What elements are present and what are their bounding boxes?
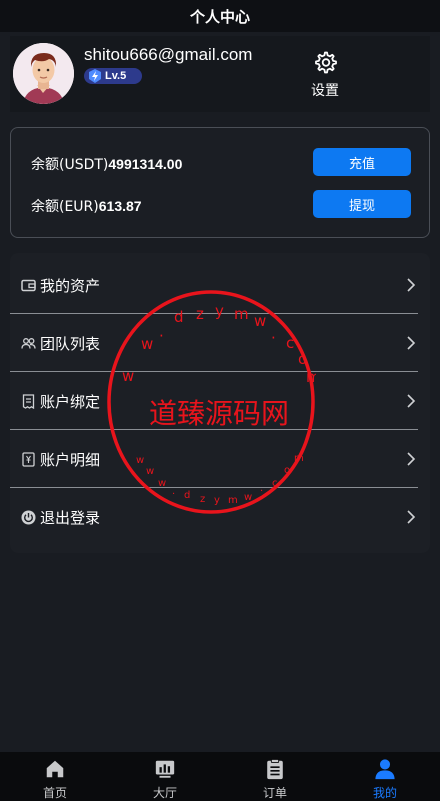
chevron-right-icon [407,394,416,408]
tab-label: 订单 [262,786,287,800]
svg-text:c: c [272,478,278,489]
gear-icon [315,51,337,74]
svg-text:m: m [234,305,249,323]
chevron-right-icon [407,452,416,466]
level-text: Lv.5 [105,70,127,82]
settings-button[interactable]: 设置 [306,50,344,100]
withdraw-button[interactable]: 提现 [313,190,411,218]
tab-hall[interactable]: 大厅 [110,752,220,801]
eur-balance: 余额(EUR)613.87 [31,196,142,216]
svg-text:·: · [271,329,276,347]
watermark-stamp: 道臻源码网 w w · d z y m w · c o m w w w · d … [107,290,316,514]
svg-text:w: w [122,367,134,385]
eur-value: 613.87 [98,198,142,214]
menu-item-label: 我的资产 [40,276,101,295]
svg-text:c: c [286,334,294,352]
bolt-icon [89,69,101,83]
svg-text:z: z [196,305,204,323]
wallet-icon [21,279,36,291]
svg-text:w: w [146,466,154,477]
usdt-value: 4991314.00 [108,156,183,172]
svg-text:z: z [200,494,205,505]
watermark-text: 道臻源码网 [149,397,289,430]
tab-home[interactable]: 首页 [0,752,110,801]
chevron-right-icon [407,336,416,350]
person-icon [375,759,395,780]
tab-orders[interactable]: 订单 [220,752,330,801]
usdt-balance: 余额(USDT)4991314.00 [31,154,182,174]
svg-text:w: w [158,478,166,489]
deposit-button[interactable]: 充值 [313,148,411,176]
menu-item-label: 团队列表 [40,334,101,353]
power-icon [21,510,36,524]
svg-text:m: m [294,453,304,464]
svg-text:m: m [306,368,316,386]
tab-label: 首页 [42,786,67,800]
svg-text:w: w [141,335,153,353]
tab-mine[interactable]: 我的 [330,752,440,801]
svg-text:w: w [136,455,144,466]
chevron-right-icon [407,510,416,524]
svg-text:d: d [184,490,190,501]
svg-text:w: w [254,312,266,330]
hall-icon [155,760,175,778]
receipt-icon [22,393,35,409]
svg-text:y: y [215,302,224,320]
settings-label: 设置 [311,83,339,99]
ledger-icon [22,451,35,467]
bottom-tab-bar: 首页 大厅 订单 我的 [0,752,440,801]
level-badge: Lv.5 [84,68,142,84]
menu-item-label: 账户绑定 [40,392,101,411]
top-bar: 个人中心 [0,0,440,32]
svg-text:·: · [172,489,175,500]
menu-item-label: 退出登录 [40,508,101,527]
svg-text:w: w [244,492,252,503]
page-title: 个人中心 [189,7,250,26]
svg-text:y: y [214,495,220,506]
balance-card: 余额(USDT)4991314.00 充值 余额(EUR)613.87 提现 [10,127,430,238]
usdt-label: 余额(USDT) [31,157,109,173]
svg-text:m: m [228,495,238,506]
user-email: shitou666@gmail.com [84,45,253,64]
tab-label: 我的 [372,786,397,800]
chevron-right-icon [407,278,416,292]
tab-label: 大厅 [152,786,177,800]
menu-item-label: 账户明细 [40,450,101,469]
avatar[interactable] [13,43,74,104]
svg-text:o: o [284,465,290,476]
svg-text:d: d [174,308,184,326]
profile-card: shitou666@gmail.com Lv.5 设置 [10,36,430,112]
home-icon [46,760,64,778]
eur-label: 余额(EUR) [31,199,99,215]
svg-text:o: o [298,350,307,368]
clipboard-icon [267,758,283,780]
team-icon [21,337,36,349]
svg-text:·: · [159,327,164,345]
svg-text:·: · [260,486,263,497]
